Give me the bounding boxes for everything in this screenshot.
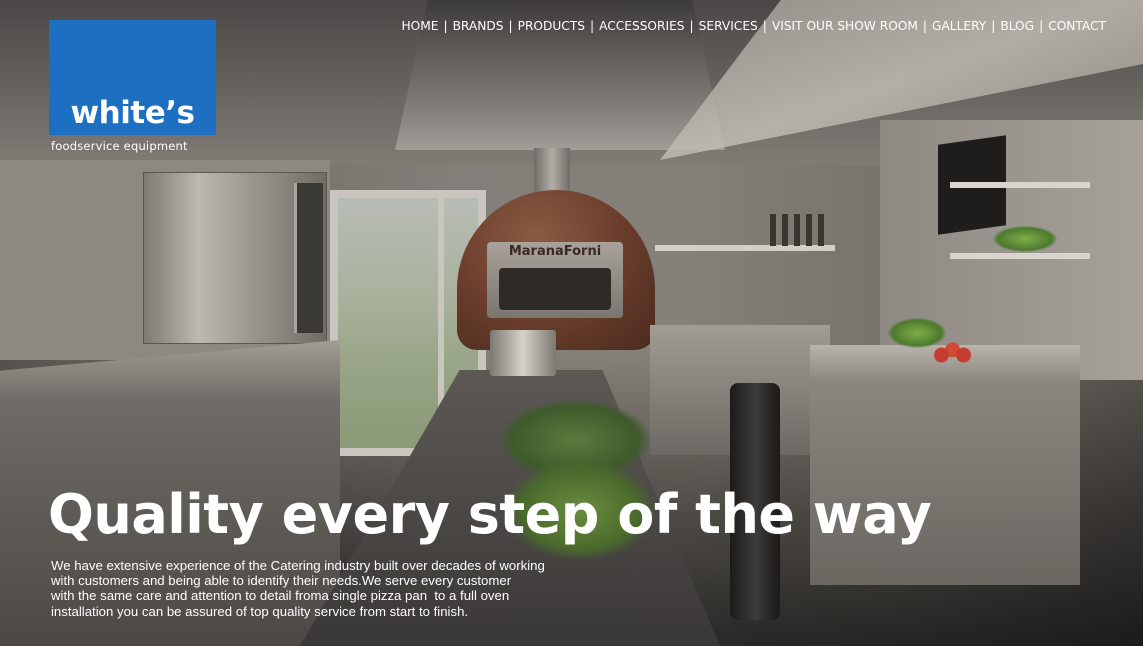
nav-blog[interactable]: BLOG	[996, 19, 1038, 33]
main-nav: HOME | BRANDS | PRODUCTS | ACCESSORIES |…	[397, 18, 1110, 34]
nav-home[interactable]: HOME	[397, 19, 442, 33]
tomatoes	[925, 342, 980, 368]
nav-services[interactable]: SERVICES	[695, 19, 762, 33]
nav-show-room[interactable]: VISIT OUR SHOW ROOM	[768, 19, 922, 33]
nav-brands[interactable]: BRANDS	[449, 19, 508, 33]
nav-accessories[interactable]: ACCESSORIES	[595, 19, 688, 33]
intro-line: We have extensive experience of the Cate…	[51, 558, 545, 573]
site-logo[interactable]: white’s	[49, 20, 216, 135]
herb-plant	[993, 226, 1057, 252]
bottles	[770, 214, 830, 246]
oven-flue	[534, 148, 570, 196]
combi-oven	[143, 172, 327, 344]
stock-pot	[490, 330, 556, 376]
wall-shelf-right-bottom	[950, 253, 1090, 259]
nav-products[interactable]: PRODUCTS	[514, 19, 589, 33]
intro-line: with the same care and attention to deta…	[51, 588, 510, 604]
combi-oven-door	[294, 183, 323, 333]
hero-intro: We have extensive experience of the Cate…	[51, 558, 551, 619]
pizza-oven-brand: MaranaForni	[508, 244, 602, 259]
intro-line: with customers and being able to identif…	[51, 573, 512, 589]
logo-tagline: foodservice equipment	[51, 139, 188, 153]
pizza-oven-front: MaranaForni	[487, 242, 623, 318]
intro-line: installation you can be assured of top q…	[51, 603, 469, 619]
logo-wordmark: white’s	[70, 95, 195, 131]
nav-contact[interactable]: CONTACT	[1044, 19, 1110, 33]
nav-gallery[interactable]: GALLERY	[928, 19, 990, 33]
pizza-oven-opening	[499, 268, 611, 310]
hero-headline: Quality every step of the way	[48, 483, 932, 546]
wall-shelf-right-top	[950, 182, 1090, 188]
